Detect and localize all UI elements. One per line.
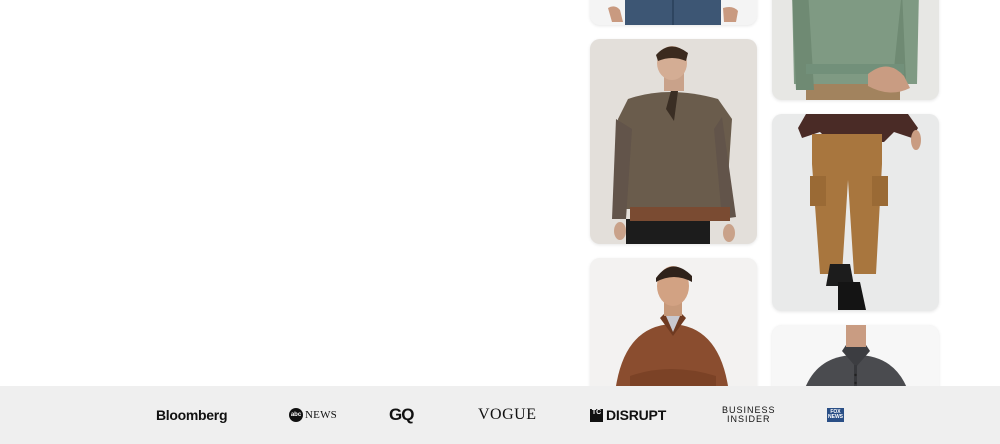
gq-logo[interactable]: GQ bbox=[389, 386, 414, 444]
vogue-logo[interactable]: VOGUE bbox=[478, 386, 537, 444]
green-sweater-image bbox=[772, 0, 939, 100]
product-card-tan-cargo-joggers[interactable] bbox=[772, 114, 939, 311]
tc-badge: TC bbox=[590, 408, 603, 422]
techcrunch-disrupt-logo[interactable]: TC DISRUPT bbox=[590, 386, 666, 444]
business-insider-logo[interactable]: BUSINESS INSIDER bbox=[722, 386, 776, 444]
product-card-green-sweater[interactable] bbox=[772, 0, 939, 100]
business-insider-line2: INSIDER bbox=[727, 414, 771, 424]
gq-logo-text: GQ bbox=[389, 405, 414, 424]
disrupt-text: DISRUPT bbox=[606, 407, 667, 423]
abc-news-text: NEWS bbox=[305, 409, 337, 421]
fox-news-badge: FOX NEWS bbox=[827, 408, 844, 422]
product-card-jeans[interactable] bbox=[590, 0, 757, 25]
product-card-brown-quarter-zip[interactable] bbox=[590, 39, 757, 244]
press-logos-bar: Bloomberg abc NEWS GQ VOGUE TC DISRUPT B… bbox=[0, 386, 1000, 444]
jeans-hands-image bbox=[590, 0, 757, 25]
abc-badge: abc bbox=[289, 408, 303, 422]
abc-news-logo[interactable]: abc NEWS bbox=[289, 386, 337, 444]
tan-cargo-joggers-image bbox=[772, 114, 939, 311]
brown-quarter-zip-image bbox=[590, 39, 757, 244]
vogue-logo-text: VOGUE bbox=[478, 406, 537, 423]
bloomberg-logo-text: Bloomberg bbox=[156, 407, 228, 423]
fox-line2: NEWS bbox=[828, 414, 843, 420]
page: Bloomberg abc NEWS GQ VOGUE TC DISRUPT B… bbox=[0, 0, 1000, 444]
bloomberg-logo[interactable]: Bloomberg bbox=[156, 386, 228, 444]
fox-news-logo[interactable]: FOX NEWS bbox=[827, 386, 844, 444]
